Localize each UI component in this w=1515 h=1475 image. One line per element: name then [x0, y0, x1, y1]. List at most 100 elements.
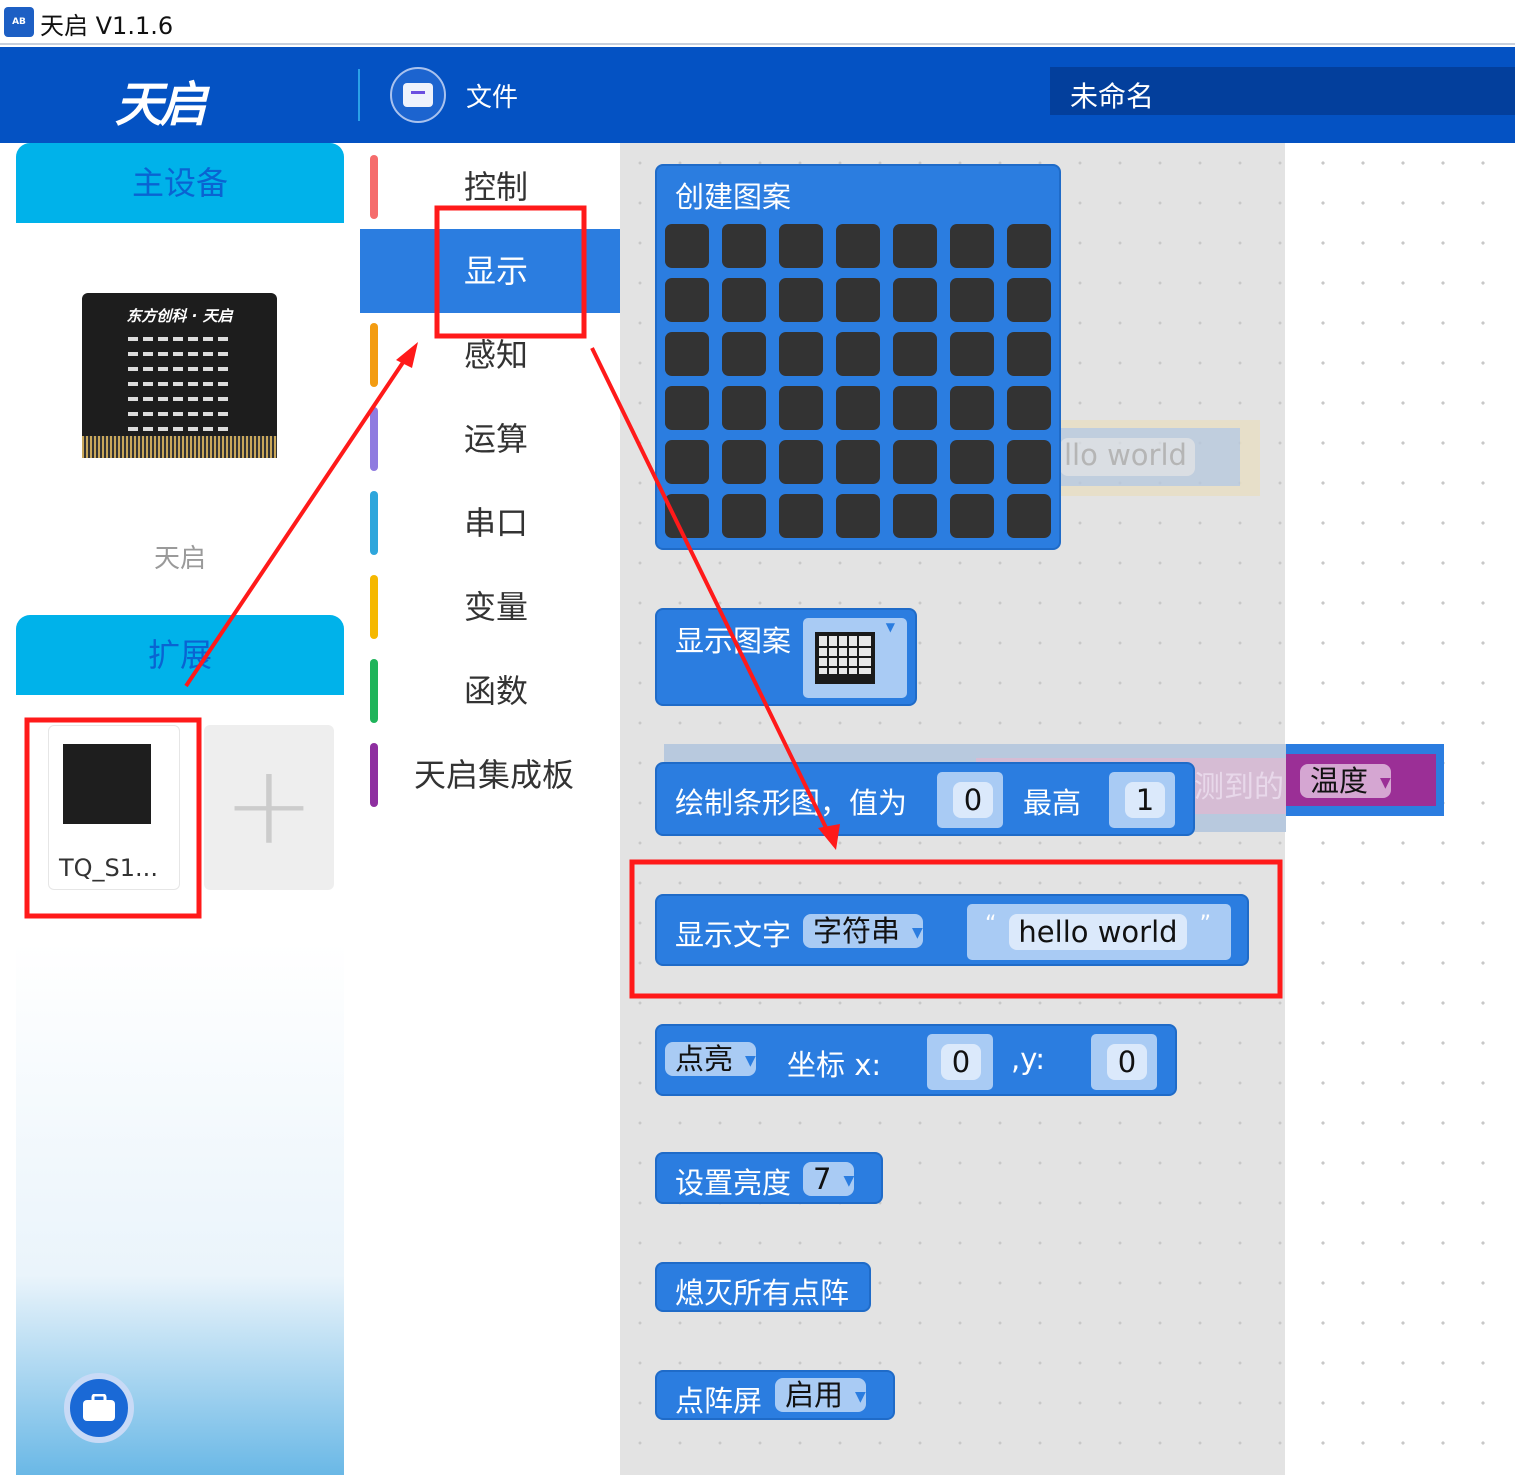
pattern-cell[interactable]: [893, 440, 937, 484]
plot-action-dropdown[interactable]: 点亮 ▼: [665, 1042, 756, 1076]
pattern-cell[interactable]: [836, 224, 880, 268]
board-led: [143, 337, 153, 341]
board-led: [188, 382, 198, 386]
block-label: 设置亮度: [675, 1166, 792, 1200]
pattern-cell[interactable]: [950, 278, 994, 322]
board-led: [143, 397, 153, 401]
pattern-cell[interactable]: [893, 494, 937, 538]
category-item[interactable]: 显示: [360, 229, 620, 313]
pattern-cell[interactable]: [779, 440, 823, 484]
pattern-cell[interactable]: [950, 224, 994, 268]
pattern-cell[interactable]: [1007, 440, 1051, 484]
pattern-picker[interactable]: ▼: [803, 618, 907, 698]
pattern-cell[interactable]: [950, 494, 994, 538]
category-item[interactable]: 变量: [360, 565, 620, 649]
y-input[interactable]: 0: [1107, 1044, 1147, 1080]
category-item[interactable]: 控制: [360, 145, 620, 229]
brightness-dropdown[interactable]: 7 ▼: [803, 1162, 855, 1196]
plot-block[interactable]: 点亮 ▼ 坐标 x: 0 ,y: 0: [655, 1024, 1177, 1096]
pattern-cell[interactable]: [665, 440, 709, 484]
pattern-cell[interactable]: [665, 224, 709, 268]
text-input[interactable]: hello world: [1009, 914, 1187, 950]
pattern-cell[interactable]: [1007, 386, 1051, 430]
pattern-cell[interactable]: [779, 278, 823, 322]
pattern-cell[interactable]: [893, 278, 937, 322]
pattern-cell[interactable]: [722, 332, 766, 376]
clear-display-block[interactable]: 熄灭所有点阵: [655, 1262, 871, 1312]
category-list: 控制 显示感知运算 串口 变量 函数 天启集成板: [360, 143, 620, 1475]
pattern-cell[interactable]: [1007, 332, 1051, 376]
pattern-cell[interactable]: [1007, 278, 1051, 322]
pattern-cell[interactable]: [836, 386, 880, 430]
x-input[interactable]: 0: [941, 1044, 981, 1080]
max-input[interactable]: 1: [1125, 782, 1165, 818]
pattern-cell[interactable]: [722, 386, 766, 430]
pattern-cell[interactable]: [665, 332, 709, 376]
create-pattern-block[interactable]: 创建图案: [655, 164, 1061, 550]
category-color-bar: [370, 743, 378, 807]
board-led: [188, 352, 198, 356]
dropdown-arrow-icon: ▼: [885, 620, 895, 634]
matrix-state-dropdown[interactable]: 启用 ▼: [775, 1378, 866, 1412]
board-led: [218, 397, 228, 401]
pattern-cell[interactable]: [1007, 494, 1051, 538]
sensor-block[interactable]: 温度 ▼: [1286, 744, 1444, 816]
category-item[interactable]: 天启集成板: [360, 733, 620, 817]
pattern-cell[interactable]: [722, 440, 766, 484]
category-color-bar: [370, 575, 378, 639]
category-item[interactable]: 串口: [360, 481, 620, 565]
pattern-cell[interactable]: [722, 494, 766, 538]
pattern-cell[interactable]: [779, 224, 823, 268]
show-text-block[interactable]: 显示文字 字符串 ▼ “ ” hello world: [655, 894, 1249, 966]
pattern-cell[interactable]: [893, 224, 937, 268]
pattern-cell[interactable]: [779, 386, 823, 430]
pattern-cell[interactable]: [836, 332, 880, 376]
category-item[interactable]: 运算: [360, 397, 620, 481]
board-led: [128, 412, 138, 416]
value-input[interactable]: 0: [953, 782, 993, 818]
pattern-cell[interactable]: [779, 494, 823, 538]
board-led: [203, 367, 213, 371]
category-item[interactable]: 感知: [360, 313, 620, 397]
pattern-cell[interactable]: [836, 494, 880, 538]
pattern-cell[interactable]: [665, 494, 709, 538]
pattern-cell[interactable]: [950, 440, 994, 484]
category-label: 感知: [464, 336, 529, 374]
pattern-cell[interactable]: [665, 386, 709, 430]
board-image[interactable]: 东方创科 · 天启: [82, 293, 277, 458]
pattern-cell[interactable]: [836, 440, 880, 484]
category-item[interactable]: 函数: [360, 649, 620, 733]
brightness-block[interactable]: 设置亮度 7 ▼: [655, 1152, 883, 1204]
pattern-cell[interactable]: [893, 386, 937, 430]
briefcase-icon: [83, 1394, 115, 1421]
pattern-cell[interactable]: [893, 332, 937, 376]
add-extension-button[interactable]: +: [204, 725, 334, 890]
toolbox-button[interactable]: [64, 1373, 134, 1443]
file-button[interactable]: [390, 67, 446, 123]
max-label: 最高: [1023, 786, 1082, 820]
bar-graph-block[interactable]: 绘制条形图，值为 0 最高 1: [655, 762, 1195, 836]
pattern-cell[interactable]: [950, 386, 994, 430]
ghost-text: llo world: [1060, 438, 1195, 476]
y-label: ,y:: [1011, 1042, 1046, 1076]
project-name-field[interactable]: 未命名: [1050, 67, 1515, 115]
extension-name: TQ_S1...: [59, 854, 158, 882]
file-menu-label[interactable]: 文件: [466, 77, 518, 114]
pattern-cell[interactable]: [779, 332, 823, 376]
board-led: [128, 367, 138, 371]
pattern-cell[interactable]: [950, 332, 994, 376]
block-label: 熄灭所有点阵: [675, 1276, 850, 1310]
pattern-cell[interactable]: [665, 278, 709, 322]
extension-card[interactable]: TQ_S1...: [48, 725, 180, 890]
text-type-dropdown[interactable]: 字符串 ▼: [803, 914, 923, 948]
matrix-enable-block[interactable]: 点阵屏 启用 ▼: [655, 1370, 895, 1420]
sensor-dropdown[interactable]: 温度 ▼: [1300, 764, 1391, 798]
pattern-cell[interactable]: [836, 278, 880, 322]
board-led: [128, 352, 138, 356]
board-led: [128, 382, 138, 386]
pattern-cell[interactable]: [722, 224, 766, 268]
pattern-cell[interactable]: [1007, 224, 1051, 268]
board-led: [158, 382, 168, 386]
show-pattern-block[interactable]: 显示图案 ▼: [655, 608, 917, 706]
pattern-cell[interactable]: [722, 278, 766, 322]
